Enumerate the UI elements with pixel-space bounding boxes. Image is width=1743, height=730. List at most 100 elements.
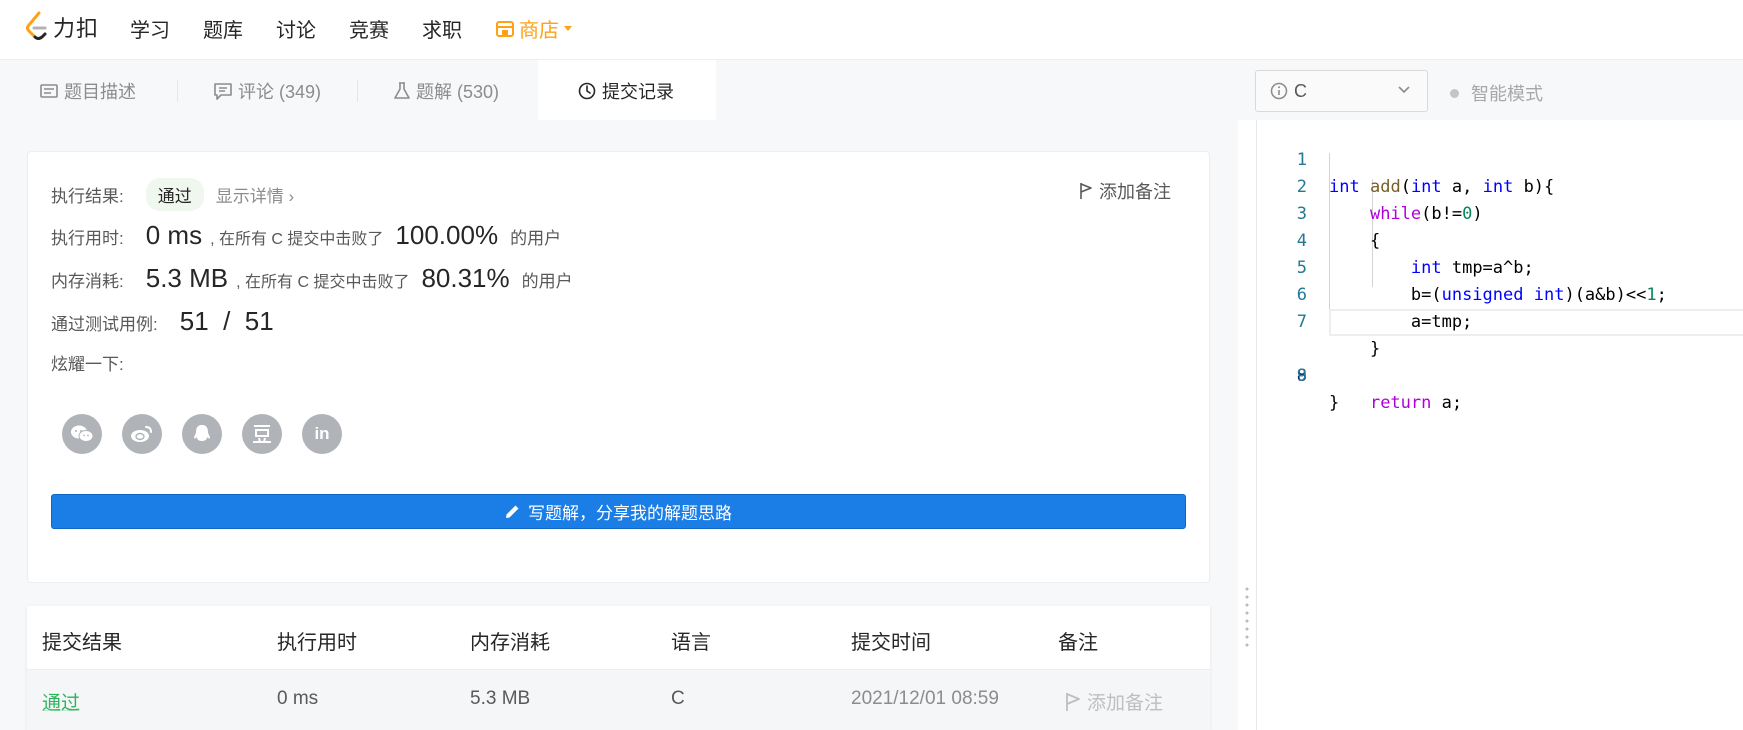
code-editor[interactable]: 1 int add(int a, int b){ 2 while(b!=0) 3… [1256,120,1743,730]
submission-time: 2021/12/01 08:59 [851,688,999,709]
language-select-value: C [1294,80,1307,101]
nav-item-learn[interactable]: 学习 [130,14,170,43]
runtime-value: 0 ms [145,220,203,250]
table-row: 通过 0 ms 5.3 MB C 2021/12/01 08:59 添加备注 [27,670,1210,730]
code-line: 4 int tmp=a^b; [1257,201,1743,278]
qq-icon[interactable] [182,414,222,454]
nav-item-shop[interactable]: 商店 [495,14,572,43]
runtime-beat-text: , 在所有 C 提交中击败了 [210,231,384,248]
chevron-down-icon [1398,86,1410,94]
row-add-note-button[interactable]: 添加备注 [1065,688,1163,715]
submission-language: C [671,688,685,709]
code-line: 7 } [1257,282,1743,359]
submission-table: 提交结果 执行用时 内存消耗 语言 提交时间 备注 通过 0 ms 5.3 MB… [27,606,1210,730]
memory-users-text: 的用户 [521,272,573,291]
flag-icon [1080,183,1092,199]
logo-text: 力扣 [53,16,100,41]
flask-icon [394,81,410,99]
leetcode-logo[interactable]: 力扣 [25,11,99,43]
memory-value: 5.3 MB [145,263,229,293]
tab-comments[interactable]: 评论 (349) [214,60,321,121]
write-solution-button[interactable]: 写题解，分享我的解题思路 [51,494,1186,529]
add-note-label: 添加备注 [1099,182,1171,202]
code-line: 5 b=(unsigned int)(a&b)<<1; [1257,228,1743,305]
tab-bar: 题目描述 评论 (349) 题解 (530) 提交记录 C 智能模式 [0,59,1743,121]
nav-item-problems[interactable]: 题库 [203,14,243,43]
linkedin-glyph: in [314,424,330,443]
runtime-percentile: 100.00% [395,220,499,250]
status-row: 执行结果: 通过 显示详情 › [51,178,294,211]
top-navbar: 力扣 学习 题库 讨论 竞赛 求职 商店 [0,0,1743,59]
tab-divider [357,80,358,102]
tab-divider [177,80,178,102]
nav-shop-label: 商店 [519,20,559,42]
nav-item-discuss[interactable]: 讨论 [276,14,316,43]
memory-beat-text: , 在所有 C 提交中击败了 [236,274,410,291]
nav-menu: 学习 题库 讨论 竞赛 求职 商店 [130,14,572,43]
nav-item-contest[interactable]: 竞赛 [349,14,389,43]
share-row: 炫耀一下: [51,350,124,375]
caret-down-icon [564,26,572,31]
result-card: 执行结果: 通过 显示详情 › 添加备注 执行用时: 0 ms , 在所有 C … [27,151,1210,583]
submission-result-link[interactable]: 通过 [42,688,80,715]
clock-icon [578,82,596,99]
write-solution-label: 写题解，分享我的解题思路 [528,504,732,523]
memory-percentile: 80.31% [421,263,510,293]
leetcode-logo-icon [26,11,47,40]
column-header: 语言 [671,632,711,654]
submission-memory: 5.3 MB [470,688,531,709]
tab-submissions-label: 提交记录 [602,81,674,102]
tests-value: 51 / 51 [179,306,274,336]
code-line: 9 } [1257,336,1743,413]
tab-solutions[interactable]: 题解 (530) [394,60,499,121]
column-header: 内存消耗 [470,632,550,654]
linkedin-icon[interactable]: in [302,414,342,454]
add-note-button[interactable]: 添加备注 [1079,178,1171,204]
share-icons: in [62,414,362,454]
info-icon [1270,82,1288,100]
row-add-note-label: 添加备注 [1087,693,1164,714]
code-line: 6 a=tmp; [1257,255,1743,332]
code-text: return a; [1369,393,1463,413]
show-details-link[interactable]: 显示详情 › [216,182,294,207]
runtime-row: 执行用时: 0 ms , 在所有 C 提交中击败了 100.00% 的用户 [51,220,561,251]
share-label: 炫耀一下: [51,355,124,374]
tests-label: 通过测试用例: [51,315,158,334]
smart-mode-label: 智能模式 [1471,84,1543,104]
code-line: 3 { [1257,174,1743,251]
panel-resize-handle[interactable] [1238,120,1256,730]
runtime-label: 执行用时: [51,229,124,248]
tab-submissions[interactable]: 提交记录 [538,60,716,121]
line-number: 9 [1296,366,1307,386]
memory-label: 内存消耗: [51,272,124,291]
douban-icon[interactable] [242,414,282,454]
status-badge: 通过 [145,178,204,211]
weibo-icon[interactable] [122,414,162,454]
code-line: 2 while(b!=0) [1257,147,1743,224]
memory-row: 内存消耗: 5.3 MB , 在所有 C 提交中击败了 80.31% 的用户 [51,263,573,294]
smart-mode-dot [1450,88,1459,98]
smart-mode-toggle[interactable]: 智能模式 [1450,80,1543,106]
tab-comments-label: 评论 (349) [238,81,322,102]
table-header: 提交结果 执行用时 内存消耗 语言 提交时间 备注 [27,606,1210,670]
tab-description-label: 题目描述 [64,81,136,102]
document-icon [40,83,58,98]
comment-icon [214,82,232,100]
column-header: 提交结果 [42,632,122,654]
column-header: 执行用时 [277,632,357,654]
column-header: 备注 [1058,632,1098,654]
language-select[interactable]: C [1255,70,1428,112]
wechat-icon[interactable] [62,414,102,454]
runtime-users-text: 的用户 [510,229,562,248]
store-icon [496,20,514,37]
flag-icon [1066,692,1080,711]
tests-row: 通过测试用例: 51 / 51 [51,306,274,337]
code-line-current: 8 return a; [1257,309,1743,413]
status-label: 执行结果: [51,187,124,206]
pencil-icon [506,505,519,518]
tab-description[interactable]: 题目描述 [40,60,136,121]
code-line: 1 int add(int a, int b){ [1257,120,1743,197]
tab-solutions-label: 题解 (530) [416,81,500,102]
column-header: 提交时间 [851,632,931,654]
nav-item-jobs[interactable]: 求职 [422,14,462,43]
